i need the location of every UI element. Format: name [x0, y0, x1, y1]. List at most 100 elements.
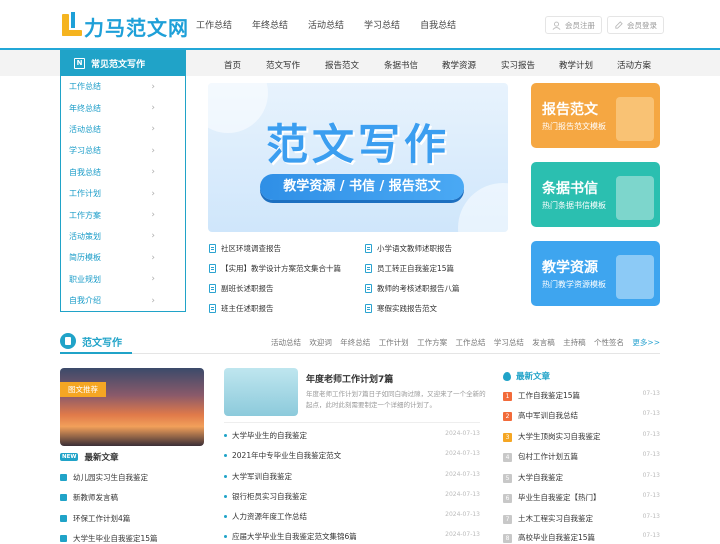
ranked-item[interactable]: 2 高中军训自我总结 07-13 [503, 410, 660, 421]
nav-item-letters[interactable]: 条据书信 [384, 59, 418, 71]
login-label: 会员登录 [627, 20, 657, 30]
sidebar-item-label: 活动策划 [69, 231, 101, 241]
hero-banner[interactable]: 范文写作 教学资源 / 书信 / 报告范文 [208, 83, 508, 232]
article-row[interactable]: 应届大学毕业生自我鉴定范文集锦6篇 2024-07-13 [224, 531, 480, 542]
section-tag[interactable]: 年终总结 [340, 338, 370, 347]
category-header: N 常见范文写作 [60, 50, 186, 76]
nav-item-writing[interactable]: 范文写作 [266, 59, 300, 71]
hot-link[interactable]: 员工转正自我鉴定15篇 [365, 263, 454, 274]
sidebar-item[interactable]: 职业规划 › [61, 269, 185, 290]
ranked-item[interactable]: 4 包村工作计划五篇 07-13 [503, 451, 660, 462]
section-tag[interactable]: 工作总结 [455, 338, 485, 347]
hot-link[interactable]: 副班长述职报告 [209, 283, 274, 294]
section-tag[interactable]: 学习总结 [494, 338, 524, 347]
ranked-item-date: 07-13 [642, 492, 660, 499]
nav-item-teaching[interactable]: 教学资源 [442, 59, 476, 71]
ranked-item[interactable]: 3 大学生顶岗实习自我鉴定 07-13 [503, 431, 660, 442]
divider [224, 422, 480, 423]
sidebar-item-label: 年终总结 [69, 103, 101, 113]
section-tag[interactable]: 主持稿 [563, 338, 586, 347]
featured-article-title[interactable]: 年度老师工作计划7篇 [306, 372, 393, 385]
hot-link[interactable]: 社区环境调查报告 [209, 243, 281, 254]
sidebar-item[interactable]: 年终总结 › [61, 97, 185, 118]
sidebar-item[interactable]: 工作总结 › [61, 76, 185, 97]
nav-item-plans[interactable]: 教学计划 [559, 59, 593, 71]
article-row[interactable]: 2021年中专毕业生自我鉴定范文 2024-07-13 [224, 450, 480, 461]
topnav-item[interactable]: 年终总结 [252, 18, 288, 31]
topnav-item[interactable]: 自我总结 [420, 18, 456, 31]
sidebar-item[interactable]: 学习总结 › [61, 140, 185, 161]
list-item[interactable]: 新教师发言稿 [60, 492, 118, 503]
nav-item-internship[interactable]: 实习报告 [501, 59, 535, 71]
register-button[interactable]: 会员注册 [545, 16, 602, 34]
topnav-item[interactable]: 工作总结 [196, 18, 232, 31]
article-title: 2021年中专毕业生自我鉴定范文 [232, 451, 342, 460]
section-tag[interactable]: 欢迎词 [309, 338, 332, 347]
hot-link[interactable]: 小学语文教师述职报告 [365, 243, 452, 254]
bullet-icon [224, 434, 227, 437]
article-row[interactable]: 大学军训自我鉴定 2024-07-13 [224, 471, 480, 482]
category-icon: N [74, 57, 85, 69]
promo-title: 报告范文 [542, 102, 598, 118]
section-tag[interactable]: 工作计划 [379, 338, 409, 347]
nav-item-activities[interactable]: 活动方案 [617, 59, 651, 71]
list-item[interactable]: 大学生毕业自我鉴定15篇 [60, 533, 158, 544]
hot-link-label: 员工转正自我鉴定15篇 [377, 264, 455, 273]
document-icon [209, 284, 216, 293]
ranked-item-date: 07-13 [642, 472, 660, 479]
nav-item-home[interactable]: 首页 [224, 59, 241, 71]
rank-badge: 8 [503, 534, 512, 543]
login-button[interactable]: 会员登录 [607, 16, 664, 34]
hot-link[interactable]: 班主任述职报告 [209, 303, 274, 314]
ranked-item-title: 高中军训自我总结 [518, 411, 578, 420]
more-link[interactable]: 更多>> [632, 338, 660, 347]
sidebar-item[interactable]: 工作方案 › [61, 204, 185, 225]
article-date: 2024-07-13 [445, 430, 480, 437]
rank-badge: 7 [503, 515, 512, 524]
section-tag[interactable]: 活动总结 [271, 338, 301, 347]
document-icon [365, 284, 372, 293]
featured-article-desc: 年度老师工作计划7篇日子如同白驹过隙，又迎来了一个全新的起点，此时此刻需要制定一… [306, 390, 486, 409]
section-header: 范文写作 活动总结 欢迎词 年终总结 工作计划 工作方案 工作总结 学习总结 发… [60, 330, 660, 354]
sidebar-item[interactable]: 自我介绍 › [61, 290, 185, 311]
sidebar-item[interactable]: 活动总结 › [61, 119, 185, 140]
section-tag[interactable]: 个性签名 [594, 338, 624, 347]
right-heading: 最新文章 [503, 370, 550, 382]
ranked-item[interactable]: 8 高校毕业自我鉴定15篇 07-13 [503, 532, 660, 543]
hot-link[interactable]: 寒假实践报告范文 [365, 303, 437, 314]
list-item[interactable]: 环保工作计划4篇 [60, 513, 130, 524]
featured-photo[interactable]: 图文推荐 [60, 368, 204, 446]
promo-card-teaching[interactable]: 教学资源 热门教学资源模板 [531, 241, 660, 306]
promo-card-letters[interactable]: 条据书信 热门条据书信模板 [531, 162, 660, 227]
document-icon [60, 333, 76, 349]
hot-link[interactable]: 【实用】教学设计方案范文集合十篇 [209, 263, 341, 274]
sidebar-item[interactable]: 简历模板 › [61, 247, 185, 268]
hot-link[interactable]: 教师的考核述职报告八篇 [365, 283, 460, 294]
ranked-item[interactable]: 7 土木工程实习自我鉴定 07-13 [503, 513, 660, 524]
article-row[interactable]: 大学毕业生的自我鉴定 2024-07-13 [224, 430, 480, 441]
site-logo[interactable]: 力马范文网 [60, 8, 188, 40]
article-row[interactable]: 银行柜员实习自我鉴定 2024-07-13 [224, 491, 480, 502]
sidebar-item-label: 学习总结 [69, 146, 101, 156]
ranked-item[interactable]: 6 毕业生自我鉴定【热门】 07-13 [503, 492, 660, 503]
topnav-item[interactable]: 活动总结 [308, 18, 344, 31]
article-date: 2024-07-13 [445, 491, 480, 498]
featured-thumbnail[interactable] [224, 368, 298, 416]
promo-title: 条据书信 [542, 181, 598, 197]
list-item[interactable]: 幼儿园实习生自我鉴定 [60, 472, 148, 483]
top-bar: 力马范文网 工作总结 年终总结 活动总结 学习总结 自我总结 会员注册 会员登录 [0, 0, 720, 48]
section-tag[interactable]: 发言稿 [532, 338, 555, 347]
ranked-item[interactable]: 1 工作自我鉴定15篇 07-13 [503, 390, 660, 401]
nav-item-reports[interactable]: 报告范文 [325, 59, 359, 71]
article-row[interactable]: 人力资源年度工作总结 2024-07-13 [224, 511, 480, 522]
sidebar-item[interactable]: 自我总结 › [61, 162, 185, 183]
sidebar-item[interactable]: 活动策划 › [61, 226, 185, 247]
promo-card-reports[interactable]: 报告范文 热门报告范文模板 [531, 83, 660, 148]
ranked-item[interactable]: 5 大学自我鉴定 07-13 [503, 472, 660, 483]
chevron-right-icon: › [151, 295, 155, 306]
section-tag[interactable]: 工作方案 [417, 338, 447, 347]
topnav-item[interactable]: 学习总结 [364, 18, 400, 31]
bullet-icon [224, 535, 227, 538]
sidebar-item[interactable]: 工作计划 › [61, 183, 185, 204]
rank-badge: 2 [503, 412, 512, 421]
